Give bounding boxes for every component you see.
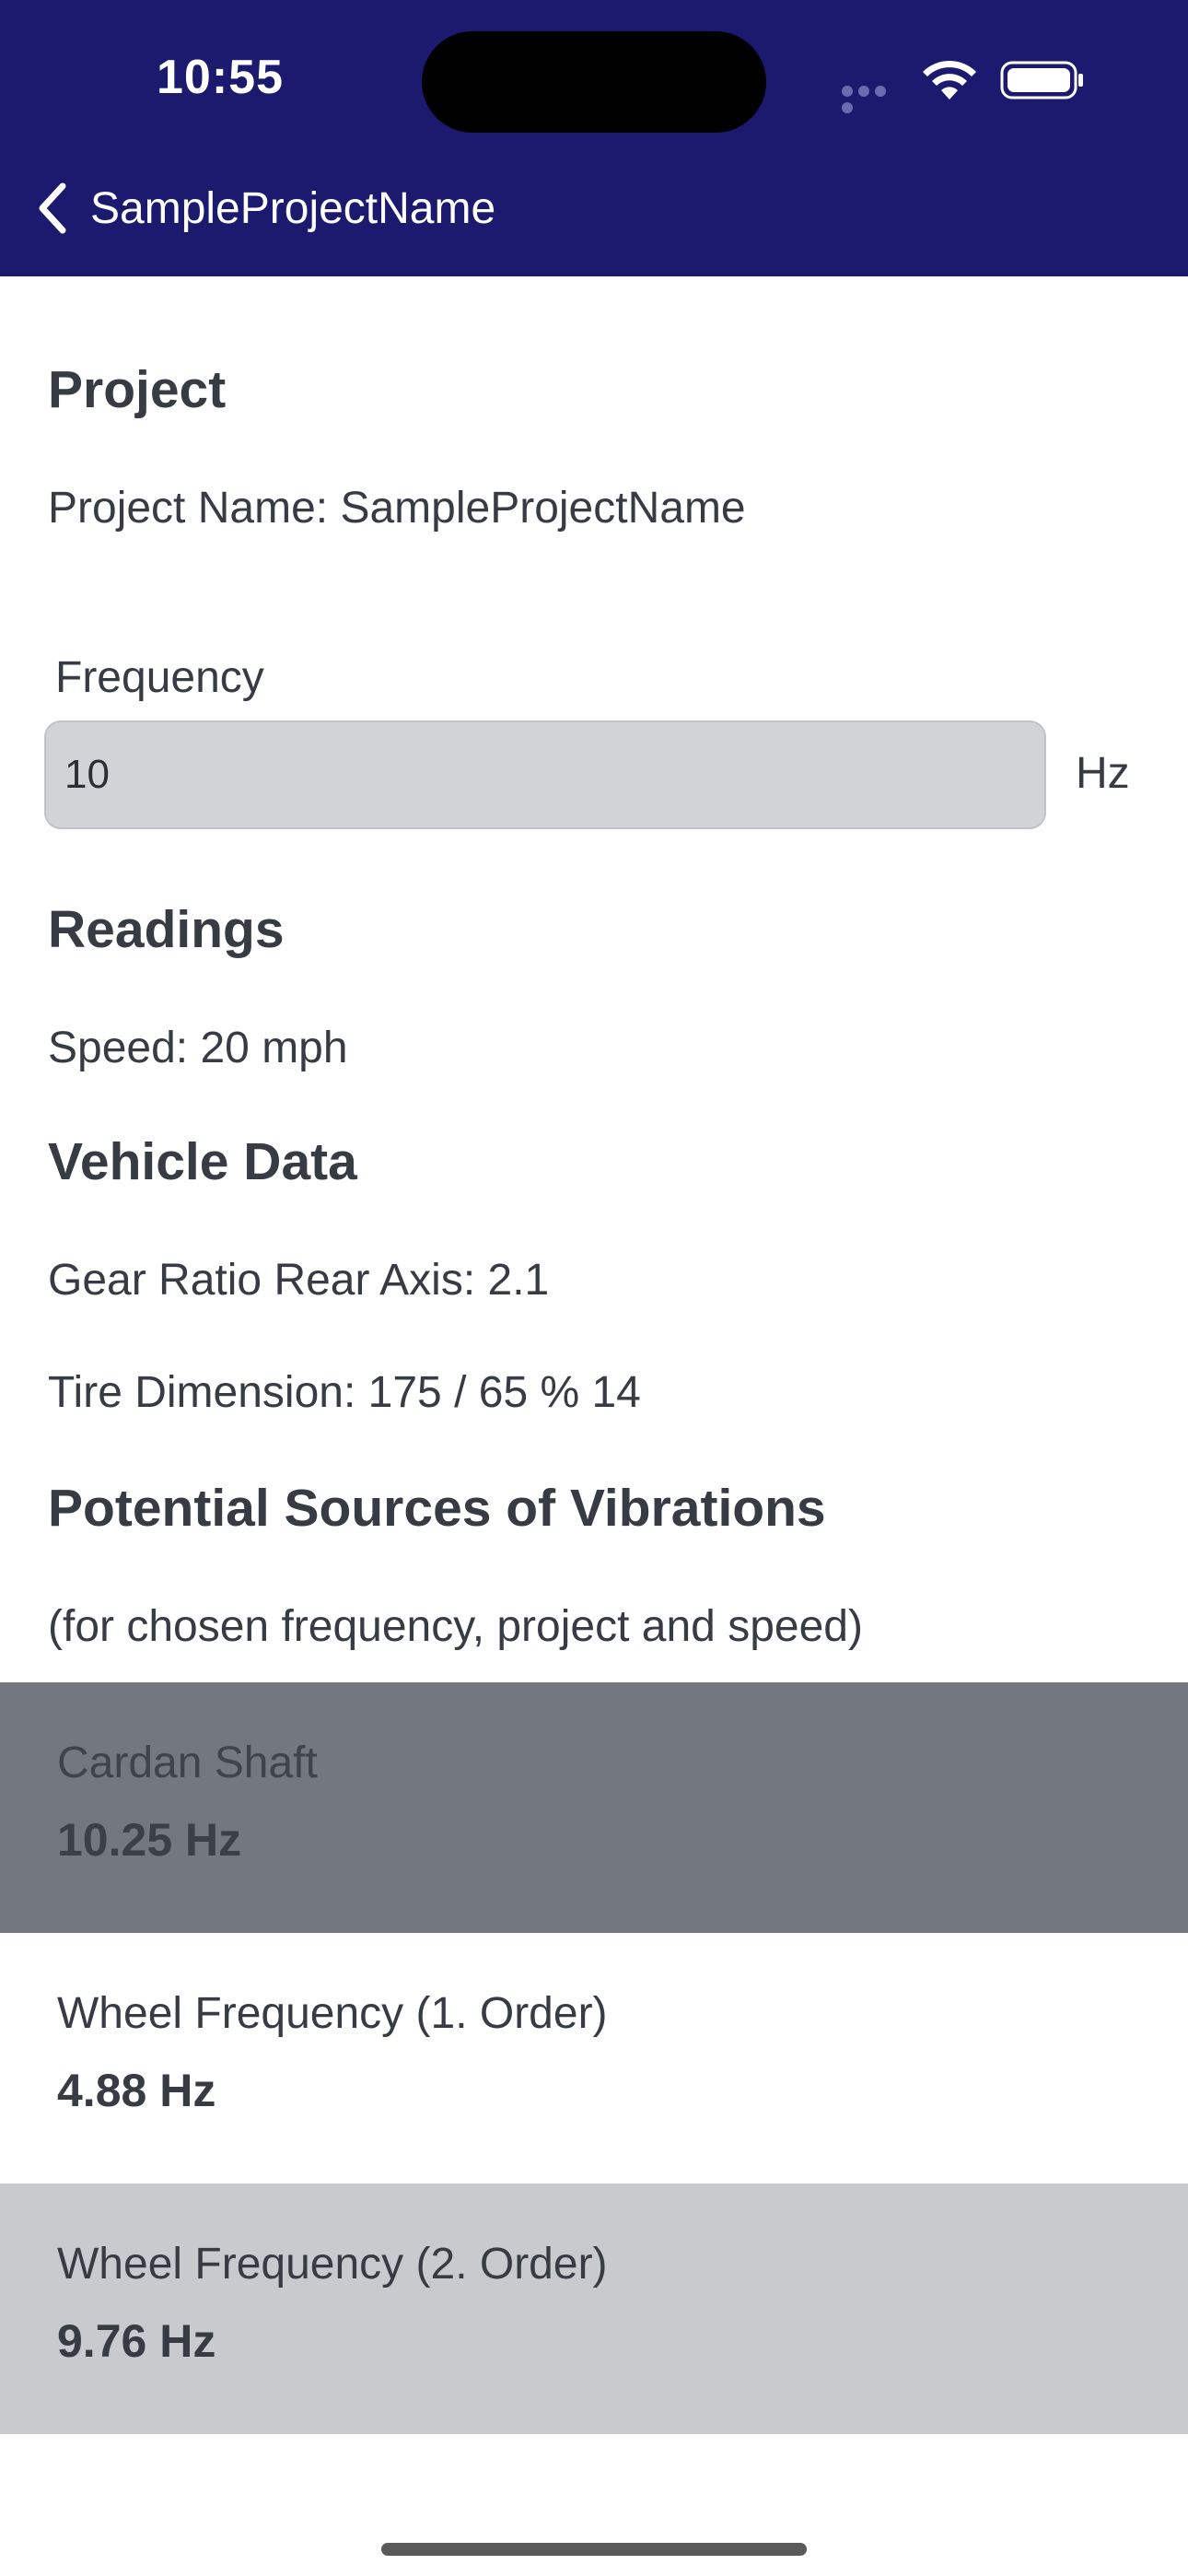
source-value: 9.76 Hz — [57, 2315, 216, 2367]
speed-text: Speed: 20 mph — [48, 1024, 348, 1072]
back-button[interactable]: SampleProjectName — [33, 175, 495, 241]
source-value: 10.25 Hz — [57, 1814, 242, 1866]
frequency-input[interactable] — [44, 720, 1046, 829]
chevron-left-icon — [39, 182, 66, 234]
sources-title: Potential Sources of Vibrations — [48, 1479, 826, 1538]
header: 10:55 SampleProjectName — [0, 0, 1188, 276]
sources-subtitle: (for chosen frequency, project and speed… — [48, 1602, 863, 1651]
home-indicator[interactable] — [381, 2543, 807, 2556]
frequency-unit: Hz — [1076, 749, 1130, 798]
source-name: Wheel Frequency (1. Order) — [57, 1989, 608, 2038]
dynamic-island — [422, 31, 766, 133]
list-item[interactable]: Wheel Frequency (2. Order) 9.76 Hz — [0, 2184, 1188, 2434]
vehicle-data-title: Vehicle Data — [48, 1132, 357, 1191]
project-name-text: Project Name: SampleProjectName — [48, 484, 746, 533]
source-name: Cardan Shaft — [57, 1739, 318, 1787]
tire-dimension-text: Tire Dimension: 175 / 65 % 14 — [48, 1368, 641, 1417]
list-item[interactable]: Wheel Frequency (1. Order) 4.88 Hz — [0, 1933, 1188, 2184]
source-value: 4.88 Hz — [57, 2065, 216, 2116]
readings-title: Readings — [48, 900, 285, 959]
battery-icon — [1000, 61, 1083, 100]
status-time: 10:55 — [157, 51, 284, 104]
back-label: SampleProjectName — [90, 183, 496, 233]
wifi-icon — [923, 60, 976, 100]
gear-ratio-text: Gear Ratio Rear Axis: 2.1 — [48, 1256, 550, 1305]
cellular-signal-icon — [842, 85, 906, 113]
project-title: Project — [48, 360, 227, 419]
frequency-label: Frequency — [55, 653, 264, 702]
source-name: Wheel Frequency (2. Order) — [57, 2240, 608, 2289]
list-item[interactable]: Cardan Shaft 10.25 Hz — [0, 1682, 1188, 1933]
